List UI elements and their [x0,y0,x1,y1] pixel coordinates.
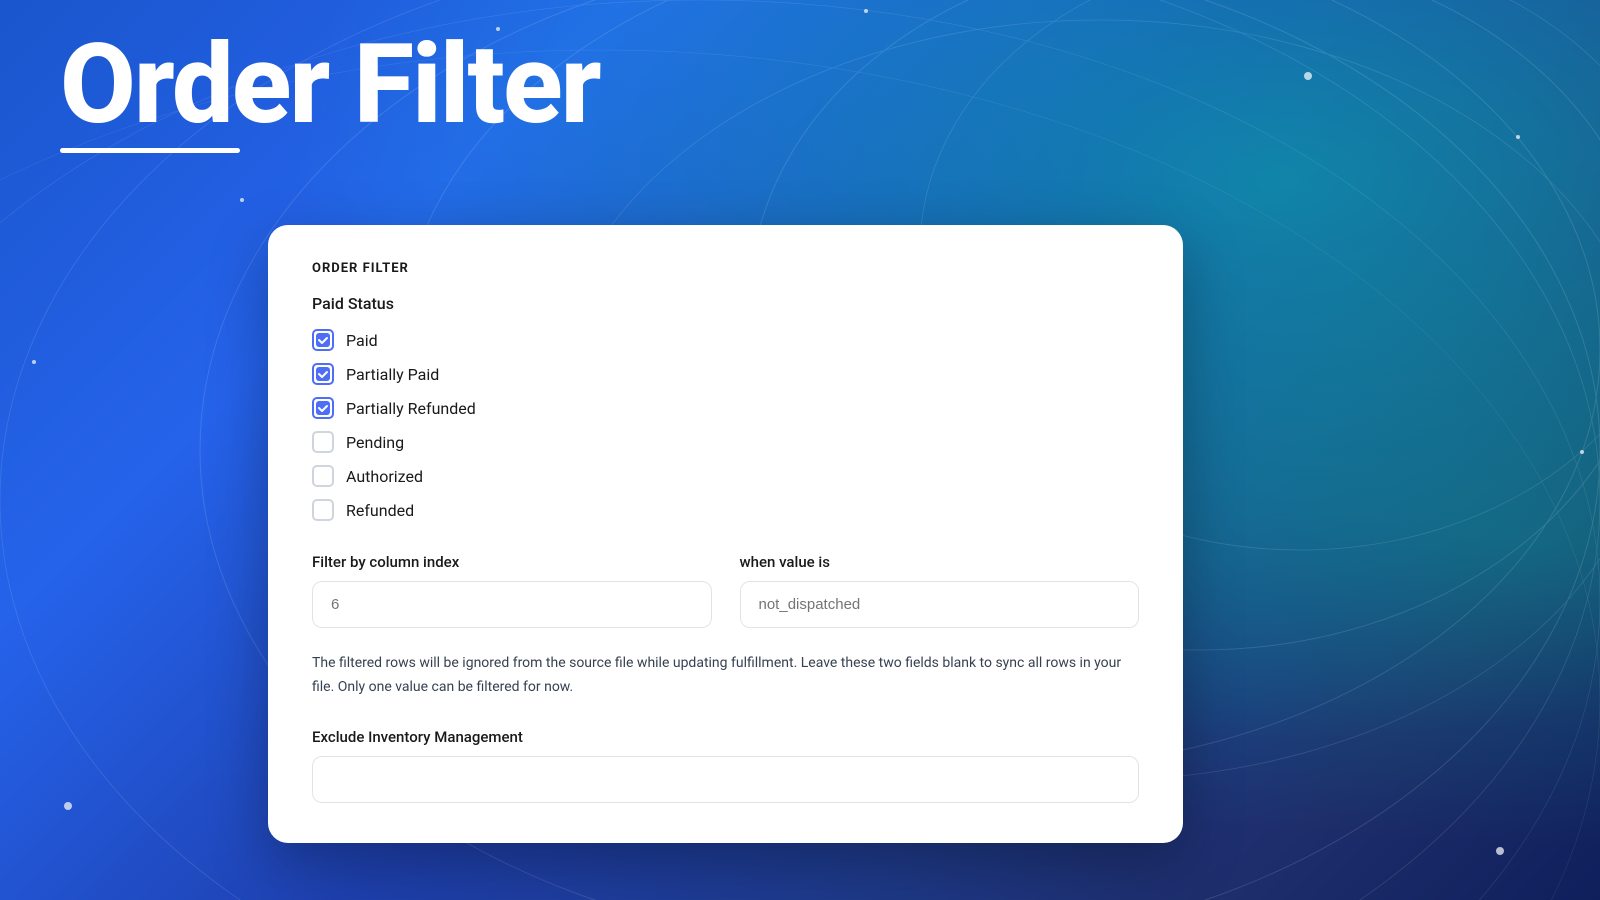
filter-row: Filter by column index when value is [312,553,1139,628]
checkbox-refunded-label: Refunded [346,501,414,520]
exclude-label: Exclude Inventory Management [312,728,1139,746]
dot-3 [1304,72,1312,80]
filter-column-label: Filter by column index [312,553,712,571]
checkbox-partially-paid-label: Partially Paid [346,365,439,384]
checkbox-authorized-label: Authorized [346,467,423,486]
checkbox-paid-label: Paid [346,331,378,350]
checkbox-item-partially-paid[interactable]: Partially Paid [312,363,1139,385]
checkbox-partially-refunded-label: Partially Refunded [346,399,476,418]
checkbox-pending-label: Pending [346,433,404,452]
filter-value-label: when value is [740,553,1140,571]
header-area: Order Filter [60,30,600,153]
checkbox-item-partially-refunded[interactable]: Partially Refunded [312,397,1139,419]
checkbox-group: Paid Partially Paid Partially Refunded P… [312,329,1139,521]
exclude-input[interactable] [312,756,1139,803]
dot-2 [864,9,868,13]
helper-text: The filtered rows will be ignored from t… [312,652,1139,700]
dot-8 [1580,450,1584,454]
dot-5 [32,360,36,364]
order-filter-card: ORDER FILTER Paid Status Paid Partially … [268,225,1183,843]
checkbox-partially-refunded[interactable] [312,397,334,419]
checkbox-authorized[interactable] [312,465,334,487]
filter-value-col: when value is [740,553,1140,628]
dot-6 [64,802,72,810]
dot-4 [1516,135,1520,139]
checkbox-item-refunded[interactable]: Refunded [312,499,1139,521]
dot-9 [240,198,244,202]
checkbox-item-pending[interactable]: Pending [312,431,1139,453]
checkbox-pending[interactable] [312,431,334,453]
section-label: ORDER FILTER [312,261,1139,276]
filter-value-input[interactable] [740,581,1140,628]
checkbox-refunded[interactable] [312,499,334,521]
checkbox-partially-paid[interactable] [312,363,334,385]
page-title: Order Filter [60,30,600,140]
checkbox-item-authorized[interactable]: Authorized [312,465,1139,487]
paid-status-label: Paid Status [312,294,1139,313]
filter-column-col: Filter by column index [312,553,712,628]
dot-7 [1496,847,1504,855]
filter-column-input[interactable] [312,581,712,628]
checkbox-paid[interactable] [312,329,334,351]
checkbox-item-paid[interactable]: Paid [312,329,1139,351]
